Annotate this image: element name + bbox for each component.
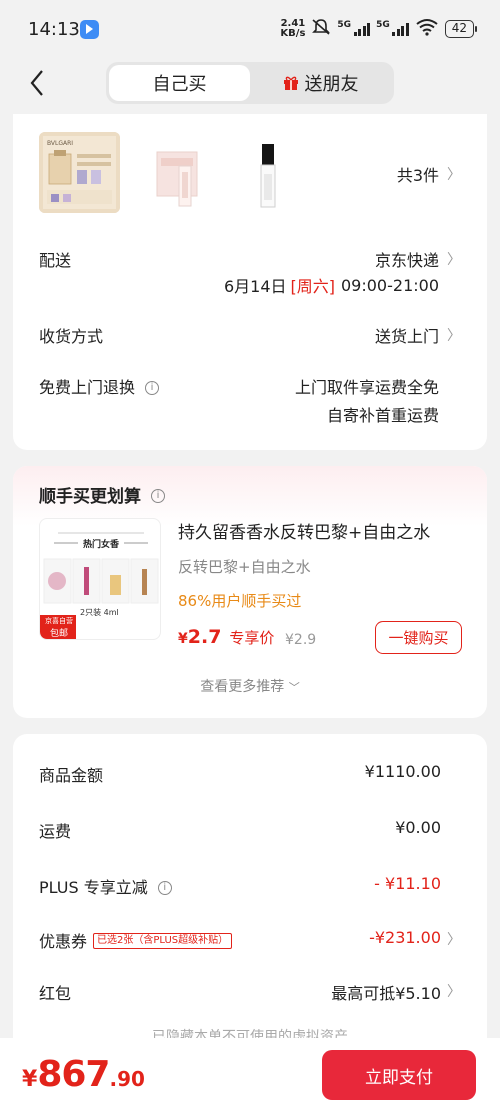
upsell-thumb-spec: 2只装 4ml xyxy=(80,608,119,617)
product-count-link[interactable]: 共3件 〉 xyxy=(397,162,461,186)
app-notification-icon xyxy=(80,20,99,39)
coupon-value: -¥231.00 xyxy=(369,928,441,947)
total-integer: 867 xyxy=(37,1054,110,1095)
speed-unit: KB/s xyxy=(280,28,306,39)
tab-buy-self-label: 自己买 xyxy=(152,74,207,95)
signal-1-icon: 5G xyxy=(337,20,371,36)
chevron-down-icon: ﹀ xyxy=(288,681,300,694)
chevron-right-icon: 〉 xyxy=(447,328,461,344)
delivery-label: 配送 xyxy=(39,251,72,270)
delivery-time-range: 09:00-21:00 xyxy=(341,275,439,295)
price-summary-card: 商品金额 ¥1110.00 运费 ¥0.00 PLUS 专享立减 i - ¥11.… xyxy=(13,734,487,1064)
upsell-thumb-badge-1: 京喜自营 xyxy=(45,617,73,625)
upsell-price: ¥ 2.7 专享价 xyxy=(178,626,274,648)
red-packet-value: 最高可抵¥5.10 xyxy=(331,984,441,1003)
chevron-right-icon: 〉 xyxy=(447,167,461,183)
return-policy-line1: 上门取件享运费全免 xyxy=(294,378,439,397)
chevron-right-icon: 〉 xyxy=(447,252,461,268)
order-info-card: BVLGARI 共3件 〉 配送 京东快递 〉 6月14日 [周六] 09:00… xyxy=(13,114,487,450)
coupon-label: 优惠券 已选2张（含PLUS超级补贴） xyxy=(39,928,233,952)
back-button[interactable] xyxy=(24,68,54,98)
more-recommendations-label: 查看更多推荐 xyxy=(200,679,285,695)
battery-level: 42 xyxy=(451,21,467,35)
free-return-label: 免费上门退换 i xyxy=(39,374,160,398)
one-click-buy-button[interactable]: 一键购买 xyxy=(375,621,462,654)
tab-send-friend-label: 送朋友 xyxy=(304,74,359,95)
network-type-2: 5G xyxy=(376,20,390,30)
plus-discount-label: PLUS 专享立减 i xyxy=(39,874,172,898)
upsell-thumb-title: 热门女香 xyxy=(82,540,119,550)
product-count: 共3件 xyxy=(396,166,439,185)
shipping-fee-value: ¥0.00 xyxy=(395,818,441,837)
header: 自己买 送朋友 xyxy=(0,58,500,114)
upsell-buy-rate: 86%用户顺手买过 xyxy=(178,592,302,610)
upsell-price-symbol: ¥ xyxy=(178,631,188,647)
delivery-date: 6月14日 xyxy=(223,277,287,296)
plus-discount-value: - ¥11.10 xyxy=(374,874,441,893)
status-time: 14:13 xyxy=(28,19,80,40)
upsell-price-value: 2.7 xyxy=(187,626,222,648)
return-policy-line2: 自寄补首重运费 xyxy=(326,406,439,425)
tab-send-friend[interactable]: 送朋友 xyxy=(250,65,391,101)
chevron-left-icon xyxy=(30,70,43,96)
delivery-carrier: 京东快递 xyxy=(374,251,439,270)
product-image-2[interactable] xyxy=(143,132,224,213)
red-packet-label: 红包 xyxy=(39,984,72,1003)
delivery-carrier-link[interactable]: 京东快递 〉 xyxy=(375,247,461,271)
summary-row-shipping: 运费 ¥0.00 xyxy=(39,818,461,842)
upsell-product-name[interactable]: 持久留香香水反转巴黎+自由之水 xyxy=(178,518,430,543)
checkout-bar: ¥ 867 .90 立即支付 xyxy=(0,1038,500,1113)
total-decimal: .90 xyxy=(109,1067,145,1091)
pay-now-button[interactable]: 立即支付 xyxy=(322,1050,476,1100)
summary-row-plus: PLUS 专享立减 i - ¥11.10 xyxy=(39,874,461,898)
summary-row-coupon[interactable]: 优惠券 已选2张（含PLUS超级补贴） -¥231.00 〉 xyxy=(39,928,461,952)
receive-method-link[interactable]: 送货上门 〉 xyxy=(375,323,461,347)
wifi-icon xyxy=(415,18,439,40)
shipping-fee-label: 运费 xyxy=(39,822,72,841)
upsell-title: 顺手买更划算 i xyxy=(39,482,165,507)
purchase-mode-switch: 自己买 送朋友 xyxy=(106,62,394,104)
upsell-card: 顺手买更划算 i 热门女香 2只装 4ml 京喜自营 包邮 持久留香香水反转巴黎+… xyxy=(13,466,487,718)
delivery-time[interactable]: 6月14日 [周六] 09:00-21:00 xyxy=(224,273,439,297)
info-icon[interactable]: i xyxy=(157,880,172,895)
network-speed: 2.41 KB/s xyxy=(280,19,305,39)
status-bar: 14:13 2.41 KB/s 5G 5G 42 xyxy=(0,0,500,58)
mute-alarm-icon xyxy=(311,18,331,40)
gift-icon xyxy=(283,75,299,91)
upsell-product-image[interactable]: 热门女香 2只装 4ml 京喜自营 包邮 xyxy=(39,518,161,640)
svg-text:BVLGARI: BVLGARI xyxy=(47,140,73,147)
total-currency: ¥ xyxy=(22,1067,38,1092)
receive-method-label: 收货方式 xyxy=(39,327,104,346)
product-image-1[interactable]: BVLGARI xyxy=(39,132,120,213)
coupon-selected-tag: 已选2张（含PLUS超级补贴） xyxy=(93,932,233,949)
network-type-1: 5G xyxy=(337,20,352,30)
delivery-weekday: [周六] xyxy=(290,277,336,296)
upsell-product-variant: 反转巴黎+自由之水 xyxy=(178,558,311,576)
info-icon[interactable]: i xyxy=(145,380,160,395)
signal-2-icon: 5G xyxy=(376,20,409,36)
summary-row-goods: 商品金额 ¥1110.00 xyxy=(39,762,461,786)
chevron-right-icon: 〉 xyxy=(447,932,461,948)
battery-icon: 42 xyxy=(444,20,478,38)
total-amount: ¥ 867 .90 xyxy=(22,1054,145,1095)
free-return-text: 免费上门退换 xyxy=(39,378,136,397)
product-image-3[interactable] xyxy=(228,132,309,213)
upsell-thumb-badge-2: 包邮 xyxy=(49,629,68,639)
upsell-original-price: ¥2.9 xyxy=(285,632,317,648)
info-icon[interactable]: i xyxy=(151,489,165,503)
plus-discount-text: PLUS 专享立减 xyxy=(39,878,148,897)
goods-amount-value: ¥1110.00 xyxy=(364,762,441,781)
goods-amount-label: 商品金额 xyxy=(39,766,104,785)
receive-method-value: 送货上门 xyxy=(374,327,439,346)
more-recommendations-link[interactable]: 查看更多推荐 ﹀ xyxy=(13,676,487,696)
chevron-right-icon: 〉 xyxy=(447,984,461,1000)
coupon-text: 优惠券 xyxy=(39,932,88,951)
tab-buy-self[interactable]: 自己买 xyxy=(109,65,250,101)
status-icons: 2.41 KB/s 5G 5G 42 xyxy=(280,18,478,40)
upsell-title-text: 顺手买更划算 xyxy=(39,487,141,507)
upsell-price-tag: 专享价 xyxy=(229,629,275,647)
summary-row-redpacket[interactable]: 红包 最高可抵¥5.10 〉 xyxy=(39,980,461,1004)
